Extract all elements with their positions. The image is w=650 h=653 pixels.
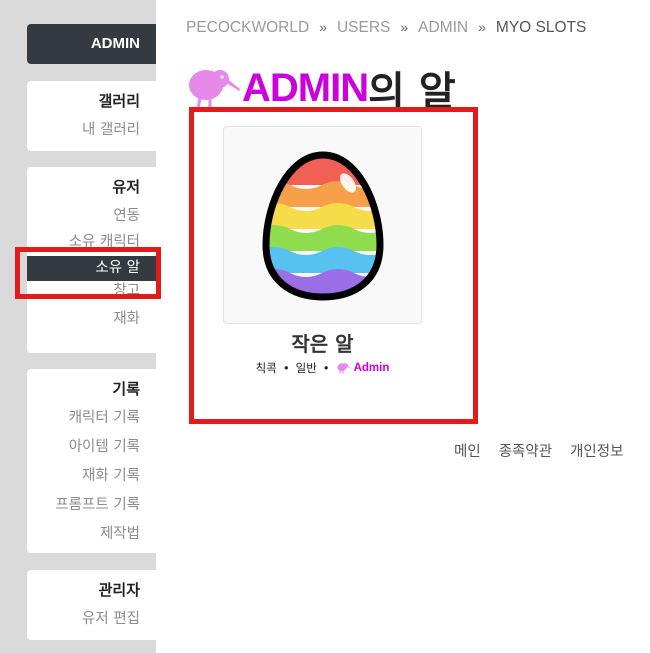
- kiwi-icon: [189, 70, 240, 111]
- highlight-box-egg-card: [189, 107, 478, 424]
- breadcrumb-item[interactable]: PECOCKWORLD: [186, 19, 309, 36]
- sidebar-heading: 갤러리: [98, 92, 140, 110]
- sidebar-heading: 관리자: [98, 581, 140, 599]
- footer: 메인 종족약관 개인정보: [454, 440, 641, 461]
- breadcrumb-current[interactable]: MYO SLOTS: [496, 19, 586, 36]
- sidebar-item-recipes[interactable]: 제작법: [27, 520, 140, 549]
- sidebar-item-currency-logs[interactable]: 재화 기록: [27, 462, 140, 491]
- sidebar-item-edit-user[interactable]: 유저 편집: [27, 605, 140, 634]
- breadcrumb-separator: »: [400, 19, 409, 35]
- highlight-box-sidebar-eggs: [15, 247, 161, 299]
- breadcrumb: PECOCKWORLD » USERS » ADMIN » MYO SLOTS: [186, 19, 586, 37]
- footer-link-privacy[interactable]: 개인정보: [570, 444, 623, 460]
- sidebar-item-link[interactable]: 연동: [27, 202, 140, 231]
- footer-link-terms[interactable]: 종족약관: [499, 444, 552, 460]
- breadcrumb-item[interactable]: ADMIN: [418, 19, 468, 36]
- footer-link-main[interactable]: 메인: [454, 444, 481, 460]
- breadcrumb-separator: »: [478, 19, 486, 35]
- sidebar-item-character-logs[interactable]: 캐릭터 기록: [27, 404, 140, 433]
- breadcrumb-item[interactable]: USERS: [337, 19, 390, 36]
- sidebar-item-currency[interactable]: 재화: [27, 305, 140, 334]
- sidebar-item-prompt-logs[interactable]: 프롬프트 기록: [27, 491, 140, 520]
- sidebar-section-admin: 관리자 유저 편집: [27, 570, 156, 640]
- breadcrumb-separator: »: [319, 19, 327, 35]
- title-username[interactable]: ADMIN: [242, 66, 369, 111]
- sidebar-item-my-gallery[interactable]: 내 갤러리: [27, 116, 140, 145]
- sidebar-item-item-logs[interactable]: 아이템 기록: [27, 433, 140, 462]
- sidebar-heading: 기록: [112, 380, 140, 398]
- sidebar-admin-header[interactable]: ADMIN: [27, 24, 156, 64]
- sidebar-heading: 유저: [112, 178, 140, 196]
- sidebar-section-logs: 기록 캐릭터 기록 아이템 기록 재화 기록 프롬프트 기록 제작법: [27, 369, 156, 553]
- sidebar-section-gallery: 갤러리 내 갤러리: [27, 81, 156, 151]
